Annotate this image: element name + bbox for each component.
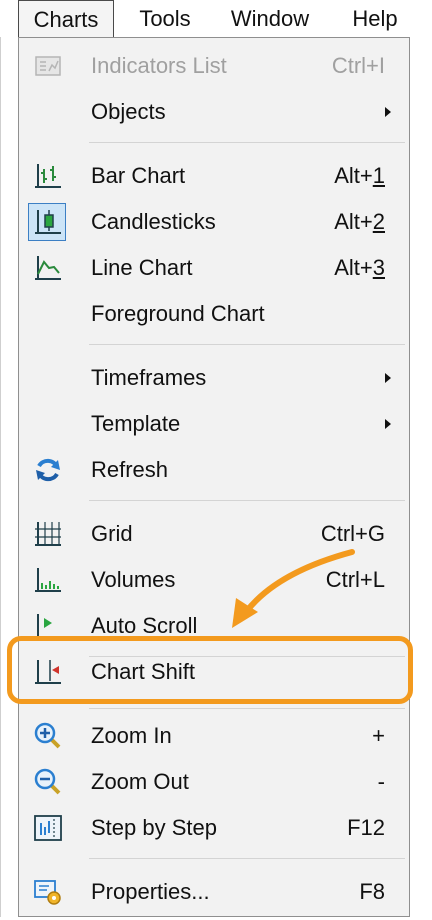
callout-arrow-icon (232, 549, 355, 628)
